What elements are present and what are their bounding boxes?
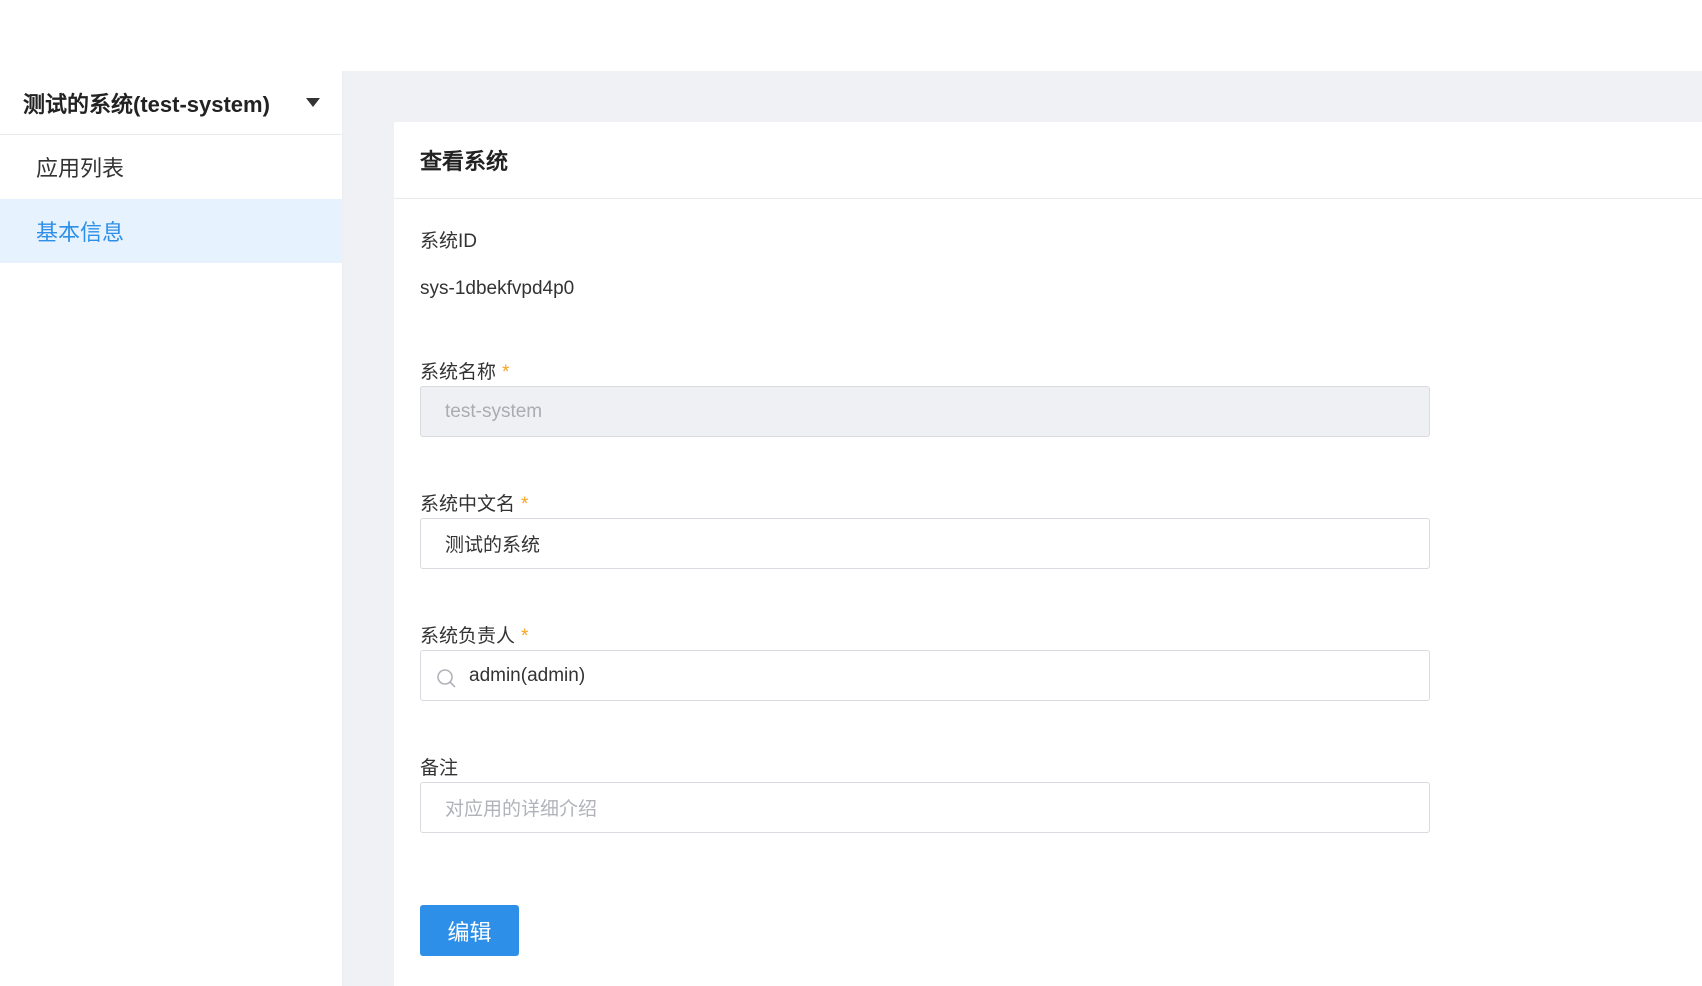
system-name-value: test-system	[445, 400, 543, 422]
required-mark: *	[521, 494, 529, 515]
sidebar-menu: 应用列表 基本信息	[0, 135, 342, 263]
system-id-label: 系统ID	[420, 226, 477, 253]
sidebar-item-label: 应用列表	[36, 156, 125, 181]
system-name-input[interactable]: test-system	[420, 386, 1430, 437]
system-cn-name-input[interactable]: 测试的系统	[420, 518, 1430, 569]
sidebar-item-app-list[interactable]: 应用列表	[0, 135, 342, 199]
owner-select-input[interactable]: admin(admin)	[420, 650, 1430, 701]
caret-down-icon[interactable]	[306, 98, 320, 107]
sidebar-item-label: 基本信息	[36, 220, 125, 245]
page-title: 查看系统	[420, 149, 509, 174]
remark-placeholder: 对应用的详细介绍	[445, 799, 598, 820]
system-switcher[interactable]: 测试的系统(test-system)	[0, 71, 342, 135]
sidebar-item-basic-info[interactable]: 基本信息	[0, 199, 342, 263]
owner-value: admin(admin)	[469, 664, 586, 686]
system-switcher-label: 测试的系统(test-system)	[23, 91, 270, 117]
system-id-value: sys-1dbekfvpd4p0	[420, 278, 575, 299]
required-mark: *	[502, 362, 510, 383]
owner-label: 系统负责人 *	[420, 621, 528, 648]
system-detail-card: 查看系统 系统ID sys-1dbekfvpd4p0 系统名称 * test-sy…	[394, 122, 1702, 986]
remark-label: 备注	[420, 753, 458, 780]
system-id-label-text: 系统ID	[420, 231, 478, 252]
top-bar	[0, 0, 1702, 71]
system-cn-name-value: 测试的系统	[445, 535, 541, 556]
card-header: 查看系统	[394, 122, 1702, 199]
edit-button[interactable]: 编辑	[420, 905, 519, 956]
system-cn-name-label-text: 系统中文名	[420, 494, 516, 515]
sidebar: 测试的系统(test-system) 应用列表 基本信息	[0, 71, 343, 986]
system-name-label: 系统名称 *	[420, 357, 509, 384]
remark-input[interactable]: 对应用的详细介绍	[420, 782, 1430, 833]
remark-label-text: 备注	[420, 758, 459, 779]
owner-label-text: 系统负责人	[420, 626, 516, 647]
required-mark: *	[521, 626, 529, 647]
search-icon	[437, 669, 456, 688]
system-cn-name-label: 系统中文名 *	[420, 489, 528, 516]
system-name-label-text: 系统名称	[420, 362, 497, 383]
